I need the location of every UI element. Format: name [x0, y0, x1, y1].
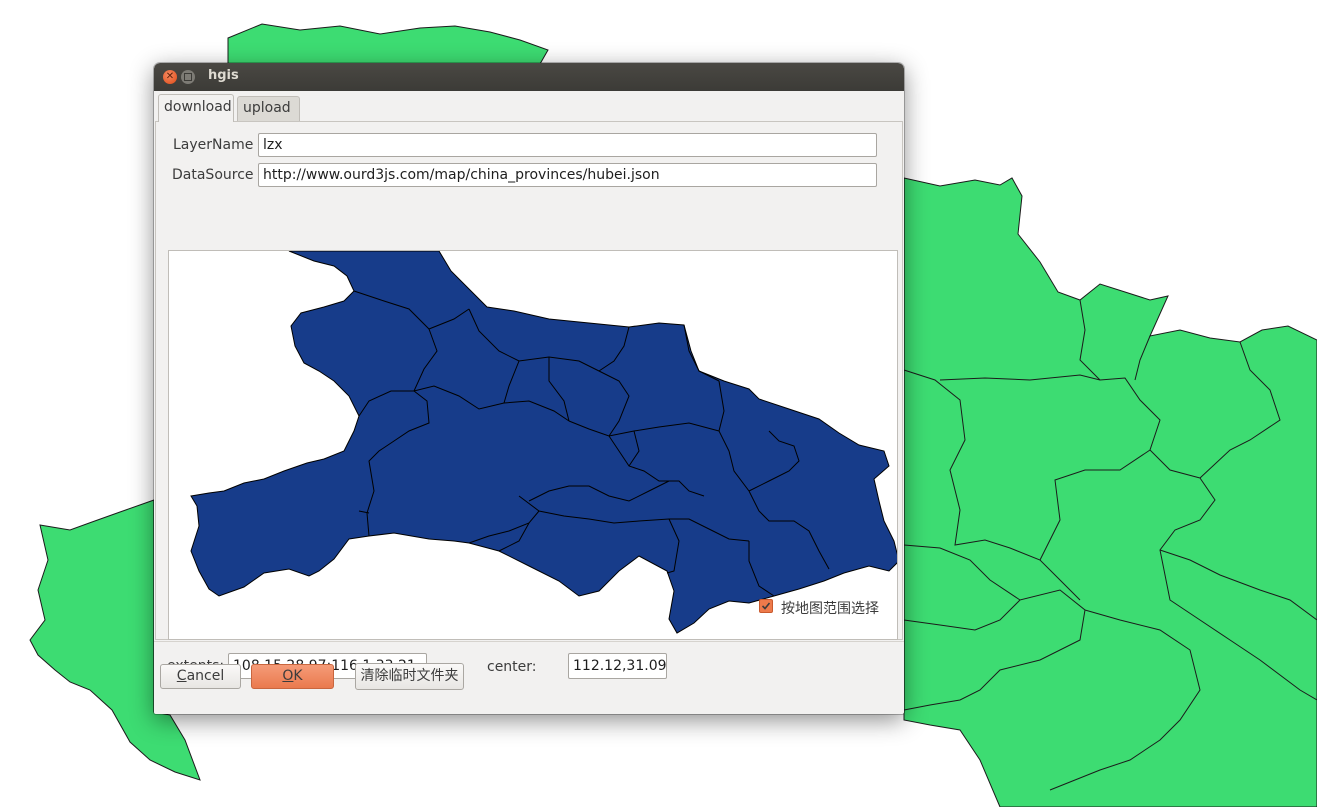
map-preview[interactable] [168, 250, 898, 640]
background-map-region-top [227, 23, 549, 65]
cancel-button[interactable]: Cancel [160, 664, 241, 689]
cancel-mnemonic: C [176, 668, 187, 684]
maximize-window-button[interactable] [181, 70, 195, 84]
center-input[interactable]: 112.12,31.09 [568, 653, 667, 679]
checkmark-icon [761, 602, 771, 610]
tab-download[interactable]: download [158, 94, 234, 122]
close-window-button[interactable]: ✕ [163, 70, 177, 84]
title-bar[interactable]: ✕ hgis [154, 63, 904, 91]
tab-upload[interactable]: upload [237, 96, 300, 123]
hubei-province-shape [190, 251, 897, 634]
hubei-map [190, 251, 897, 634]
clear-temp-folder-button[interactable]: 清除临时文件夹 [355, 663, 464, 690]
background-map-region-right [903, 177, 1317, 807]
cancel-label: ancel [186, 668, 225, 684]
button-separator [154, 641, 904, 642]
center-label: center: [487, 659, 537, 675]
layer-name-input[interactable]: lzx [258, 133, 877, 157]
download-panel: LayerName lzx DataSource http://www.ourd… [155, 121, 903, 679]
hgis-dialog: ✕ hgis download upload LayerName lzx Dat… [154, 63, 904, 714]
window-title: hgis [208, 68, 239, 83]
select-by-map-label[interactable]: 按地图范围选择 [781, 598, 879, 618]
data-source-input[interactable]: http://www.ourd3js.com/map/china_provinc… [258, 163, 877, 187]
select-by-map-checkbox[interactable] [759, 599, 773, 613]
ok-label: K [293, 668, 303, 684]
ok-button[interactable]: OK [251, 664, 334, 689]
maximize-icon [184, 73, 192, 81]
layer-name-label: LayerName [173, 137, 254, 153]
data-source-label: DataSource [172, 167, 254, 183]
ok-mnemonic: O [282, 668, 294, 684]
